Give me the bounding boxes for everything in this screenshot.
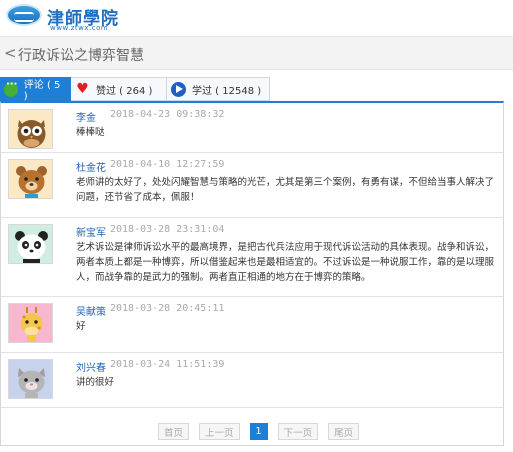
title-bar: < 行政诉讼之博弈智慧 — [0, 36, 513, 70]
comment-time: 2018-04-23 09:38:32 — [110, 109, 225, 120]
comment-time: 2018-03-28 23:31:04 — [110, 224, 225, 235]
commenter-name[interactable]: 新宝军 — [76, 224, 106, 239]
comment-item: 杜金花 2018-04-10 12:27:59 老师讲的太好了，处处闪耀智慧与策… — [1, 153, 503, 218]
tab-likes[interactable]: ♥ 赞过 ( 264 ) — [71, 77, 167, 101]
tab-studied[interactable]: 学过 ( 12548 ) — [167, 77, 270, 101]
play-icon — [171, 81, 186, 97]
comment-item: 新宝军 2018-03-28 23:31:04 艺术诉讼是律师诉讼水平的最高境界… — [1, 218, 503, 297]
comment-item: 李金 2018-04-23 09:38:32 棒棒哒 — [1, 103, 503, 153]
last-page-button[interactable]: 尾页 — [328, 423, 360, 440]
site-url: www.ztwx.com — [50, 24, 109, 32]
pagination: 首页 上一页 1 下一页 尾页 — [158, 423, 360, 440]
tab-comments[interactable]: 评论 ( 5 ) — [0, 77, 71, 102]
cat-avatar[interactable] — [8, 359, 53, 399]
comment-text: 棒棒哒 — [76, 127, 105, 138]
commenter-name[interactable]: 杜金花 — [76, 159, 106, 174]
tab-likes-label: 赞过 ( 264 ) — [96, 85, 153, 97]
comment-time: 2018-04-10 12:27:59 — [110, 159, 225, 170]
chat-icon — [4, 79, 18, 97]
prev-page-button[interactable]: 上一页 — [199, 423, 240, 440]
comment-time: 2018-03-28 20:45:11 — [110, 303, 225, 314]
comment-item: 刘兴春 2018-03-24 11:51:39 讲的很好 — [1, 353, 503, 408]
logo-icon[interactable] — [6, 4, 42, 26]
first-page-button[interactable]: 首页 — [158, 423, 190, 440]
page-title: 行政诉讼之博弈智慧 — [18, 48, 144, 64]
heart-icon: ♥ — [76, 80, 89, 97]
commenter-name[interactable]: 吴献策 — [76, 303, 106, 318]
tab-comments-label: 评论 ( 5 ) — [23, 80, 61, 102]
commenter-name[interactable]: 刘兴春 — [76, 359, 106, 374]
giraffe-avatar[interactable] — [8, 303, 53, 343]
bear-avatar[interactable] — [8, 159, 53, 199]
owl-avatar[interactable] — [8, 109, 53, 149]
tab-bar: 评论 ( 5 ) ♥ 赞过 ( 264 ) 学过 ( 12548 ) — [0, 77, 270, 102]
tab-studied-label: 学过 ( 12548 ) — [192, 85, 262, 97]
comment-time: 2018-03-24 11:51:39 — [110, 359, 225, 370]
panda-avatar[interactable] — [8, 224, 53, 264]
current-page-button[interactable]: 1 — [249, 423, 268, 440]
comment-text: 老师讲的太好了，处处闪耀智慧与策略的光芒，尤其是第三个案例，有勇有谋，不但给当事… — [76, 177, 495, 203]
back-arrow-icon[interactable]: < — [4, 44, 17, 62]
comment-text: 讲的很好 — [76, 377, 115, 388]
commenter-name[interactable]: 李金 — [76, 109, 96, 124]
comment-item: 吴献策 2018-03-28 20:45:11 好 — [1, 297, 503, 353]
next-page-button[interactable]: 下一页 — [277, 423, 319, 440]
site-header: 津師學院 www.ztwx.com — [0, 0, 513, 36]
comment-list: 李金 2018-04-23 09:38:32 棒棒哒 杜金花 2018-04-1… — [0, 101, 504, 446]
comment-text: 好 — [76, 321, 86, 332]
comment-text: 艺术诉讼是律师诉讼水平的最高境界，是把古代兵法应用于现代诉讼活动的具体表现。战争… — [76, 242, 495, 283]
